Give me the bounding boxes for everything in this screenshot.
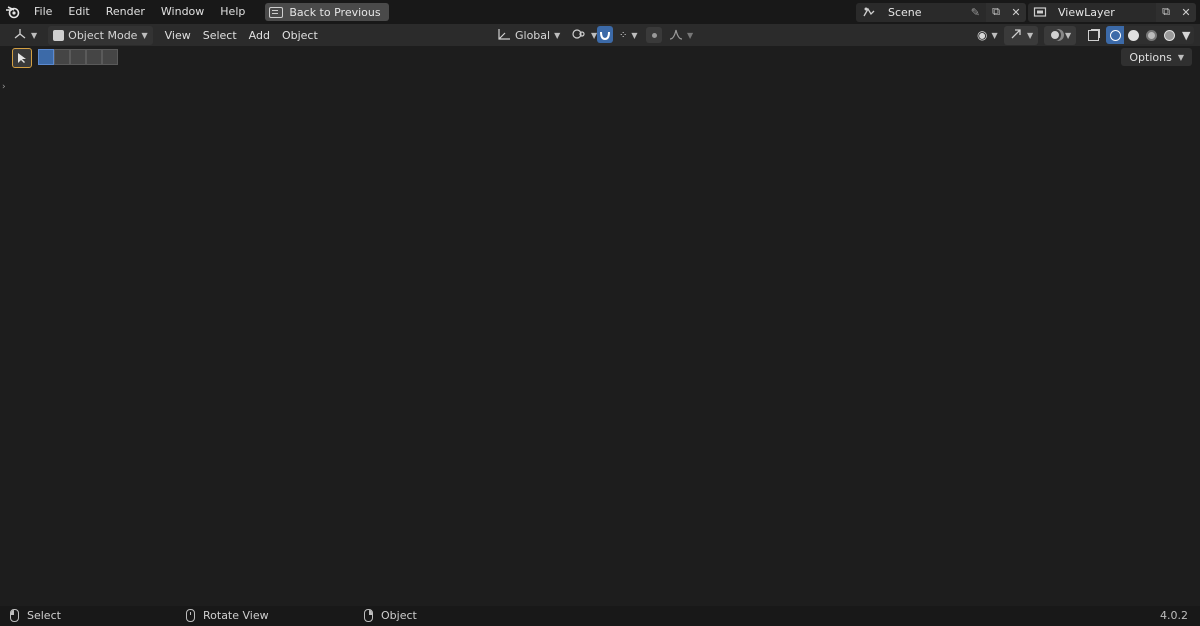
delete-view-layer-icon[interactable]: ✕: [1176, 2, 1196, 22]
scene-name-field[interactable]: Scene ✎: [882, 2, 986, 22]
back-to-previous-label: Back to Previous: [289, 5, 381, 19]
editor-type-dropdown[interactable]: ▼: [8, 26, 42, 45]
intersect-selection-icon[interactable]: [102, 49, 118, 65]
scene-icon[interactable]: [856, 2, 882, 22]
menu-add[interactable]: Add: [243, 25, 276, 45]
view-layer-selector: ViewLayer ⧉ ✕: [1028, 2, 1196, 22]
menu-help[interactable]: Help: [212, 0, 253, 24]
wireframe-scene: [0, 46, 1200, 606]
status-left-mouse: Select: [10, 609, 61, 622]
menu-object[interactable]: Object: [276, 25, 324, 45]
pivot-icon: [571, 28, 587, 43]
status-select-label: Select: [27, 609, 61, 622]
chevron-down-icon: ▼: [31, 30, 38, 40]
pin-icon[interactable]: ✎: [971, 6, 980, 19]
mouse-left-icon: [10, 609, 19, 622]
options-label: Options: [1129, 50, 1172, 64]
new-scene-icon[interactable]: ⧉: [986, 2, 1006, 22]
status-rotate-label: Rotate View: [203, 609, 269, 622]
toolbar-expand-arrow-icon[interactable]: ›: [2, 82, 6, 92]
overlays-toggle[interactable]: ▼: [1044, 25, 1077, 45]
view-layer-name: ViewLayer: [1058, 5, 1115, 19]
xray-toggle-icon[interactable]: [1084, 26, 1102, 44]
proportional-editing-icon[interactable]: [646, 27, 662, 43]
scene-name: Scene: [888, 5, 922, 19]
viewport-header: ▼ Object Mode ▼ View Select Add Object G…: [0, 24, 1200, 46]
selection-mode-group: [38, 49, 118, 65]
view-layer-icon[interactable]: [1028, 2, 1052, 22]
wireframe-icon[interactable]: [1106, 26, 1124, 44]
eye-icon: ◉: [977, 28, 988, 42]
chevron-down-icon: ▼: [554, 30, 561, 40]
transform-orientation-label: Global: [515, 28, 551, 42]
menu-file[interactable]: File: [26, 0, 60, 24]
mouse-middle-icon: [186, 609, 195, 622]
tool-settings-row: Options ▼: [0, 46, 1200, 68]
chevron-down-icon: ▼: [991, 30, 998, 40]
mouse-right-icon: [364, 609, 373, 622]
extend-selection-icon[interactable]: [54, 49, 70, 65]
subtract-selection-icon[interactable]: [70, 49, 86, 65]
status-bar: Select Rotate View Object 4.0.2: [0, 606, 1200, 626]
snap-grid-icon: ⁘: [619, 29, 628, 41]
menu-select[interactable]: Select: [197, 25, 243, 45]
shading-mode-group: ▼: [1106, 26, 1195, 44]
orientation-icon: [497, 28, 511, 43]
chevron-down-icon: ▼: [631, 30, 638, 40]
select-box-tool-icon[interactable]: [12, 48, 32, 68]
chevron-down-icon: ▼: [1065, 30, 1072, 40]
back-to-previous-button[interactable]: Back to Previous: [265, 3, 389, 21]
object-mode-dropdown[interactable]: Object Mode ▼: [48, 25, 153, 45]
object-mode-icon: [53, 29, 65, 41]
chevron-down-icon: ▼: [141, 30, 148, 40]
menu-edit[interactable]: Edit: [60, 0, 97, 24]
material-preview-icon[interactable]: [1142, 26, 1160, 44]
falloff-curve-icon: [669, 28, 683, 43]
screen-icon: [269, 6, 284, 18]
3d-viewport[interactable]: [0, 46, 1200, 606]
rendered-shading-icon[interactable]: [1160, 26, 1178, 44]
scene-selector: Scene ✎ ⧉ ✕: [856, 2, 1026, 22]
solid-shading-icon[interactable]: [1124, 26, 1142, 44]
top-menu-bar: File Edit Render Window Help Back to Pre…: [0, 0, 1200, 24]
transform-orientation-dropdown[interactable]: Global ▼: [492, 26, 565, 45]
menu-render[interactable]: Render: [98, 0, 153, 24]
status-object-label: Object: [381, 609, 417, 622]
status-middle-mouse: Rotate View: [186, 609, 269, 622]
menu-window[interactable]: Window: [153, 0, 212, 24]
version-label: 4.0.2: [1160, 609, 1188, 622]
gizmo-toggle[interactable]: ▼: [1004, 25, 1039, 45]
blender-logo-icon[interactable]: [0, 0, 26, 24]
chevron-down-icon: ▼: [1027, 30, 1034, 40]
delete-scene-icon[interactable]: ✕: [1006, 2, 1026, 22]
status-right-mouse: Object: [364, 609, 417, 622]
menu-view[interactable]: View: [159, 25, 197, 45]
view-layer-name-field[interactable]: ViewLayer: [1052, 2, 1156, 22]
invert-selection-icon[interactable]: [86, 49, 102, 65]
snap-toggle-icon[interactable]: [597, 26, 613, 43]
snap-target-dropdown[interactable]: ⁘ ▼: [614, 26, 643, 45]
3d-view-icon: [13, 28, 27, 43]
new-view-layer-icon[interactable]: ⧉: [1156, 2, 1176, 22]
options-dropdown[interactable]: Options ▼: [1121, 48, 1192, 66]
chevron-down-icon: ▼: [1177, 52, 1184, 62]
overlays-icon: [1049, 29, 1061, 41]
set-new-selection-icon[interactable]: [38, 49, 54, 65]
visibility-dropdown[interactable]: ◉ ▼: [972, 26, 1003, 45]
gizmo-icon: [1009, 28, 1023, 43]
falloff-dropdown[interactable]: ▼: [664, 26, 698, 45]
object-mode-label: Object Mode: [68, 28, 138, 42]
chevron-down-icon[interactable]: ▼: [1178, 26, 1194, 44]
chevron-down-icon: ▼: [687, 30, 694, 40]
